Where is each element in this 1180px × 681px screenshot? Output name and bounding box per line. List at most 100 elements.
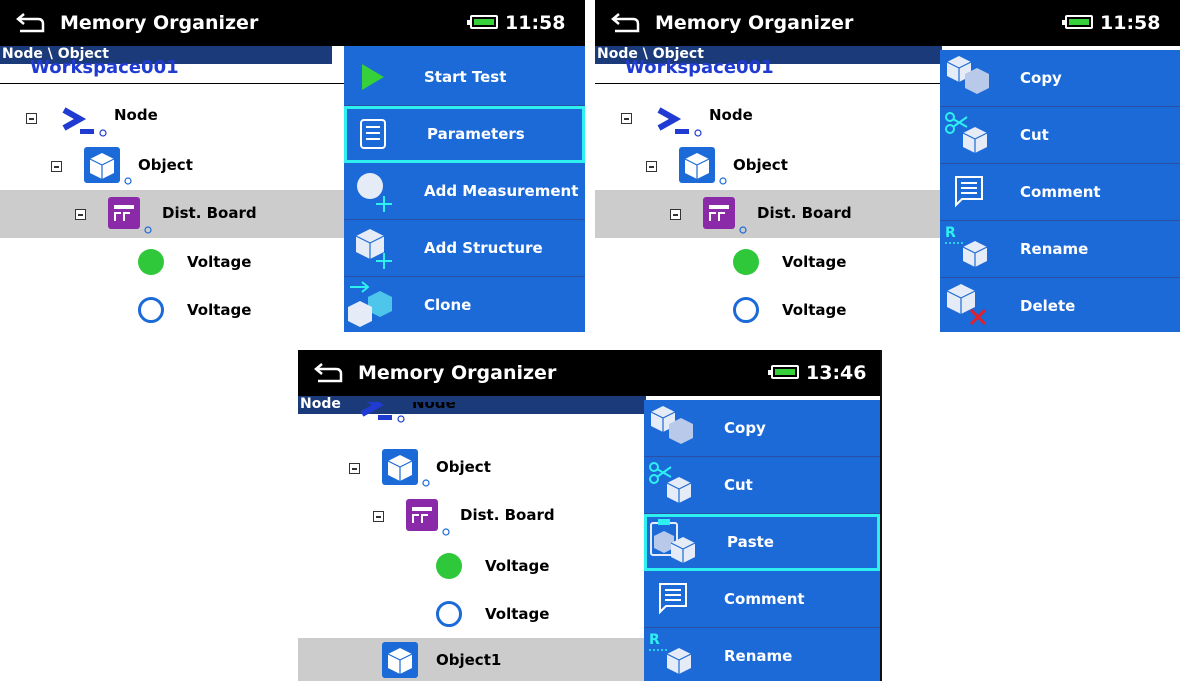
play-icon (362, 64, 384, 90)
cut-icon (649, 462, 692, 503)
collapse-toggle-icon[interactable] (51, 161, 62, 172)
context-menu: Start Test Parameters Add Measurement Ad… (344, 46, 585, 332)
battery-icon (768, 365, 799, 379)
tree-row-object[interactable]: Object (595, 142, 940, 190)
collapse-toggle-icon[interactable] (670, 209, 681, 220)
svg-text:R: R (945, 225, 956, 241)
menu-item-add-measurement[interactable]: Add Measurement (344, 163, 585, 220)
tree-label: Object (138, 156, 193, 174)
voltage-pass-icon (733, 249, 759, 275)
menu-item-paste[interactable]: Paste (644, 514, 880, 571)
tree-row-voltage[interactable]: Voltage (0, 238, 344, 286)
menu-label: Add Structure (424, 239, 543, 257)
object-icon (84, 147, 132, 185)
title-bar: Memory Organizer 13:46 (298, 350, 882, 396)
tree-row-voltage[interactable]: Voltage (595, 286, 940, 332)
battery-icon (467, 15, 498, 29)
title-bar: Memory Organizer 11:58 (0, 0, 585, 46)
collapse-toggle-icon[interactable] (75, 209, 86, 220)
tree-row-voltage[interactable]: Voltage (595, 238, 940, 286)
menu-item-clone[interactable]: Clone (344, 277, 585, 332)
copy-icon (650, 406, 693, 444)
window-title: Memory Organizer (60, 12, 259, 34)
menu-label: Start Test (424, 68, 507, 86)
menu-item-cut[interactable]: Cut (940, 107, 1180, 164)
tree-row-dist-board[interactable]: Dist. Board (595, 190, 940, 238)
tree-label: Voltage (187, 253, 252, 271)
tree-label: Voltage (187, 301, 252, 319)
tree-row-object1[interactable]: Object1 (298, 638, 644, 681)
screen-1-memory-organizer: Memory Organizer 11:58 Node \ Object Wor… (0, 0, 585, 332)
tree-label: Dist. Board (757, 204, 852, 222)
tree-label: Dist. Board (162, 204, 257, 222)
voltage-pass-icon (436, 553, 462, 579)
menu-item-comment[interactable]: Comment (644, 571, 880, 628)
clock-time: 13:46 (806, 362, 867, 384)
back-icon[interactable] (609, 6, 643, 40)
object-icon (679, 147, 727, 185)
collapse-toggle-icon[interactable] (646, 161, 657, 172)
back-icon[interactable] (312, 356, 346, 390)
voltage-empty-icon (138, 297, 164, 323)
menu-item-copy[interactable]: Copy (644, 400, 880, 457)
menu-label: Copy (724, 419, 766, 437)
rename-icon: R (649, 632, 692, 674)
menu-item-rename[interactable]: R Rename (940, 221, 1180, 278)
collapse-toggle-icon[interactable] (349, 463, 360, 474)
menu-label: Paste (727, 533, 774, 551)
dist-board-icon (406, 499, 450, 536)
menu-label: Comment (724, 590, 805, 608)
screen-3-memory-organizer: Memory Organizer 13:46 Node Node Object (298, 350, 882, 681)
tree-row-voltage[interactable]: Voltage (298, 542, 644, 590)
screen-2-memory-organizer: Memory Organizer 11:58 Node \ Object Wor… (595, 0, 1180, 332)
menu-label: Rename (724, 647, 793, 665)
voltage-pass-icon (138, 249, 164, 275)
collapse-toggle-icon[interactable] (373, 511, 384, 522)
menu-item-start-test[interactable]: Start Test (344, 49, 585, 106)
tree-row-voltage[interactable]: Voltage (0, 286, 344, 332)
tree-row-object[interactable]: Object (0, 142, 344, 190)
tree-label: Object (436, 458, 491, 476)
menu-label: Add Measurement (424, 182, 579, 200)
menu-item-add-structure[interactable]: Add Structure (344, 220, 585, 277)
tree-row-node[interactable]: Node (298, 402, 644, 424)
tree-label: Object1 (436, 651, 502, 669)
tree-label: Voltage (485, 605, 550, 623)
menu-item-rename[interactable]: R Rename (644, 628, 880, 681)
workspace-title[interactable]: Workspace001 (30, 58, 179, 78)
comment-icon (955, 176, 983, 208)
comment-icon (659, 583, 687, 615)
screen-border (880, 350, 882, 681)
tree-row-node[interactable]: Node (0, 94, 344, 142)
tree-row-voltage[interactable]: Voltage (298, 590, 644, 638)
copy-icon (946, 56, 989, 94)
dist-board-icon (108, 197, 152, 234)
workspace-title[interactable]: Workspace001 (625, 58, 774, 78)
tree-label: Node (709, 106, 753, 124)
object-icon (382, 642, 418, 678)
back-icon[interactable] (14, 6, 48, 40)
tree-row-object[interactable]: Object (298, 444, 644, 492)
tree-row-dist-board[interactable]: Dist. Board (298, 492, 644, 540)
cut-icon (945, 112, 988, 153)
menu-item-delete[interactable]: Delete (940, 278, 1180, 332)
title-bar: Memory Organizer 11:58 (595, 0, 1180, 46)
menu-item-copy[interactable]: Copy (940, 50, 1180, 107)
collapse-toggle-icon[interactable] (26, 113, 37, 124)
collapse-toggle-icon[interactable] (621, 113, 632, 124)
delete-icon (946, 284, 987, 326)
menu-label: Copy (1020, 69, 1062, 87)
tree-row-node[interactable]: Node (595, 94, 940, 142)
menu-item-cut[interactable]: Cut (644, 457, 880, 514)
add-structure-icon (355, 229, 392, 269)
menu-label: Delete (1020, 297, 1076, 315)
menu-label: Cut (724, 476, 753, 494)
menu-item-parameters[interactable]: Parameters (344, 106, 585, 163)
tree-label: Dist. Board (460, 506, 555, 524)
tree-label: Voltage (782, 253, 847, 271)
menu-item-comment[interactable]: Comment (940, 164, 1180, 221)
clock-time: 11:58 (505, 12, 566, 34)
tree-row-dist-board[interactable]: Dist. Board (0, 190, 344, 238)
node-icon (360, 402, 405, 423)
menu-label: Clone (424, 296, 472, 314)
